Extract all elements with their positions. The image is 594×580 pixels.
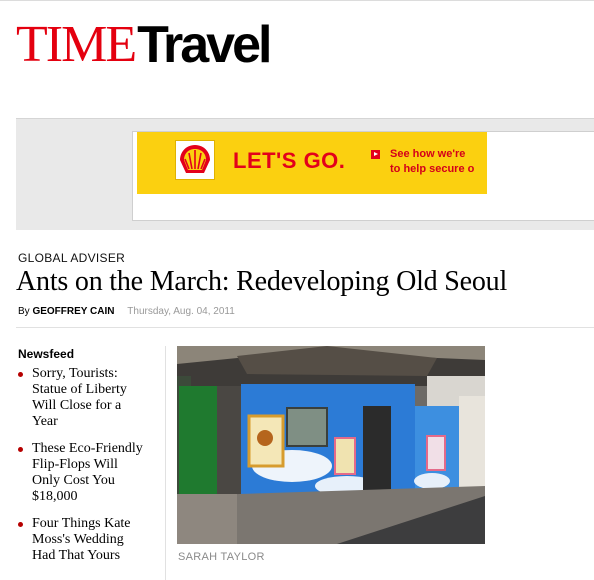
section-label[interactable]: GLOBAL ADVISER	[18, 251, 125, 265]
photo-credit: SARAH TAYLOR	[178, 551, 265, 563]
logo-travel: Travel	[137, 16, 272, 74]
bullet-icon	[18, 522, 23, 527]
column-divider	[165, 346, 166, 580]
newsfeed-item[interactable]: Sorry, Tourists: Statue of Liberty Will …	[17, 366, 147, 430]
ad-tagline: See how we're to help secure o	[390, 147, 474, 177]
newsfeed-item-label: Sorry, Tourists: Statue of Liberty Will …	[32, 366, 127, 429]
top-rule	[0, 0, 594, 1]
masthead-logo[interactable]: TIMETravel	[16, 16, 272, 74]
header-divider	[16, 327, 594, 328]
newsfeed-title: Newsfeed	[18, 347, 75, 361]
ad-tagline-line2: to help secure o	[390, 163, 475, 175]
bullet-icon	[18, 372, 23, 377]
byline-prefix: By	[18, 306, 30, 317]
byline-author[interactable]: GEOFFREY CAIN	[32, 306, 114, 317]
ad-band: LET'S GO. See how we're to help secure o	[16, 118, 594, 230]
newsfeed-item[interactable]: Four Things Kate Moss's Wedding Had That…	[17, 516, 147, 564]
article-photo[interactable]	[177, 346, 485, 544]
ad-arrow-icon	[371, 150, 380, 159]
ad-headline: LET'S GO.	[233, 148, 346, 173]
logo-time: TIME	[16, 16, 137, 73]
byline: By GEOFFREY CAIN Thursday, Aug. 04, 2011	[18, 306, 235, 317]
ad-banner[interactable]: LET'S GO. See how we're to help secure o	[137, 132, 487, 194]
shell-logo-icon	[175, 140, 215, 180]
newsfeed-item-label: Four Things Kate Moss's Wedding Had That…	[32, 516, 131, 563]
article-headline: Ants on the March: Redeveloping Old Seou…	[16, 266, 508, 297]
newsfeed-item-label: These Eco-Friendly Flip-Flops Will Only …	[32, 441, 143, 504]
newsfeed-list: Sorry, Tourists: Statue of Liberty Will …	[17, 366, 147, 575]
newsfeed-item[interactable]: These Eco-Friendly Flip-Flops Will Only …	[17, 441, 147, 505]
byline-date: Thursday, Aug. 04, 2011	[127, 306, 235, 317]
bullet-icon	[18, 447, 23, 452]
ad-tagline-line1: See how we're	[390, 148, 466, 160]
